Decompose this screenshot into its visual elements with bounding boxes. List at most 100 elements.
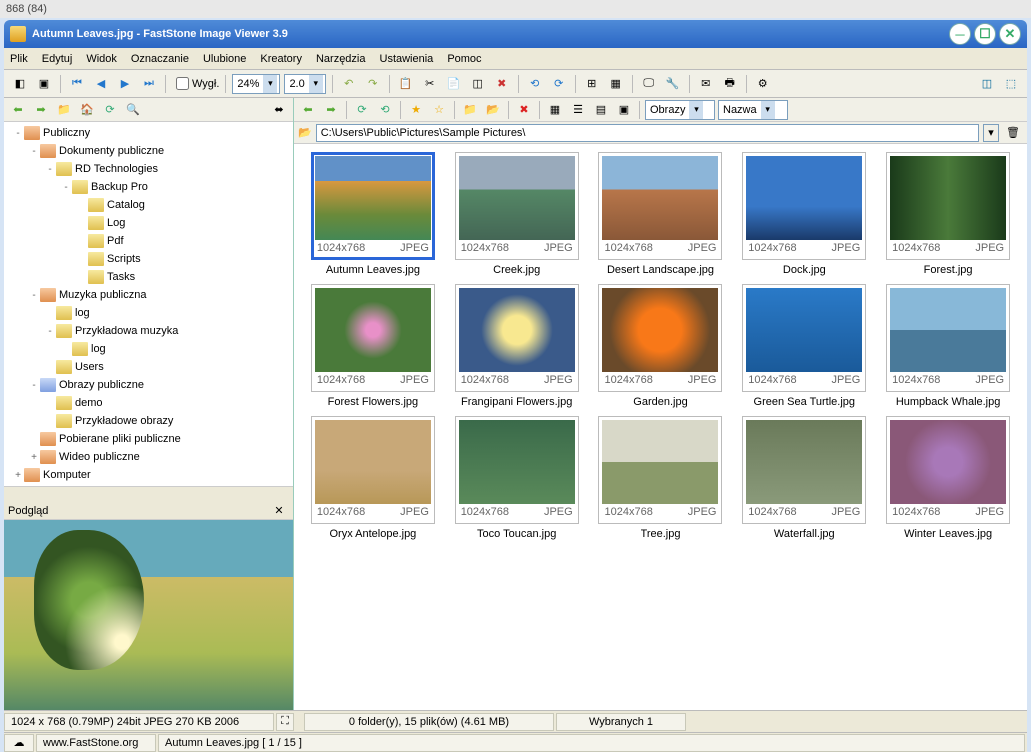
- path-trash-button[interactable]: 🗑: [1003, 123, 1023, 143]
- menu-pomoc[interactable]: Pomoc: [447, 53, 481, 65]
- next-button[interactable]: ▶: [115, 74, 135, 94]
- nav-fwd-button[interactable]: ➡: [321, 100, 341, 120]
- tree-item[interactable]: -Przykładowa muzyka: [6, 322, 291, 340]
- thumbnail[interactable]: 1024x768JPEGGarden.jpg: [590, 284, 732, 408]
- thumbnail[interactable]: 1024x768JPEGForest.jpg: [877, 152, 1019, 276]
- tree-home-button[interactable]: 🏠: [77, 100, 97, 120]
- tree-item[interactable]: Pobierane pliki publiczne: [6, 430, 291, 448]
- thumbnail[interactable]: 1024x768JPEGOryx Antelope.jpg: [302, 416, 444, 540]
- print-button[interactable]: 🖶: [720, 74, 740, 94]
- layout2-button[interactable]: ⬚: [1001, 74, 1021, 94]
- expand-icon[interactable]: -: [28, 380, 40, 391]
- skin-button[interactable]: ◧: [10, 74, 30, 94]
- menu-ustawienia[interactable]: Ustawienia: [380, 53, 434, 65]
- moveto-button[interactable]: 📂: [483, 100, 503, 120]
- status-fit-button[interactable]: ⛶: [276, 713, 294, 731]
- compare-button[interactable]: ⊞: [582, 74, 602, 94]
- view-large-button[interactable]: ▣: [614, 100, 634, 120]
- expand-icon[interactable]: -: [28, 146, 40, 157]
- menu-plik[interactable]: Plik: [10, 53, 28, 65]
- path-dropdown[interactable]: ▾: [983, 124, 999, 142]
- view-detail-button[interactable]: ▤: [591, 100, 611, 120]
- status-cloud-icon[interactable]: ☁: [4, 734, 34, 752]
- status-site-link[interactable]: www.FastStone.org: [36, 734, 156, 752]
- preview-close-button[interactable]: ✕: [269, 501, 289, 521]
- tree-item[interactable]: -Dokumenty publiczne: [6, 142, 291, 160]
- thumbnail-grid[interactable]: 1024x768JPEGAutumn Leaves.jpg1024x768JPE…: [294, 144, 1027, 710]
- tree-scrollbar[interactable]: [4, 486, 293, 502]
- tree-item[interactable]: +Komputer: [6, 466, 291, 484]
- tree-item[interactable]: Users: [6, 358, 291, 376]
- sort-combo[interactable]: Nazwa▾: [718, 100, 788, 120]
- tree-item[interactable]: +Wideo publiczne: [6, 448, 291, 466]
- zoom-combo[interactable]: 24%▾: [232, 74, 280, 94]
- title-bar[interactable]: Autumn Leaves.jpg - FastStone Image View…: [4, 20, 1027, 48]
- favorite-button[interactable]: ★: [406, 100, 426, 120]
- menu-kreatory[interactable]: Kreatory: [260, 53, 302, 65]
- filter-combo[interactable]: Obrazy▾: [645, 100, 715, 120]
- tree-back-button[interactable]: ⬅: [8, 100, 28, 120]
- expand-icon[interactable]: -: [60, 182, 72, 193]
- expand-icon[interactable]: +: [28, 452, 40, 463]
- path-input[interactable]: C:\Users\Public\Pictures\Sample Pictures…: [316, 124, 979, 142]
- settings-button[interactable]: ⚙: [753, 74, 773, 94]
- tree-item[interactable]: demo: [6, 394, 291, 412]
- tag-button[interactable]: ☆: [429, 100, 449, 120]
- stop-button[interactable]: ⟲: [375, 100, 395, 120]
- undo-button[interactable]: ↶: [339, 74, 359, 94]
- tree-item[interactable]: Tasks: [6, 268, 291, 286]
- scale-combo[interactable]: 2.0▾: [284, 74, 325, 94]
- thumbnail[interactable]: 1024x768JPEGGreen Sea Turtle.jpg: [733, 284, 875, 408]
- thumbnail[interactable]: 1024x768JPEGTree.jpg: [590, 416, 732, 540]
- thumbnail[interactable]: 1024x768JPEGHumpback Whale.jpg: [877, 284, 1019, 408]
- thumbnail[interactable]: 1024x768JPEGForest Flowers.jpg: [302, 284, 444, 408]
- preview-image[interactable]: [4, 520, 293, 710]
- expand-icon[interactable]: +: [12, 470, 24, 481]
- tree-item[interactable]: -Backup Pro: [6, 178, 291, 196]
- tree-item[interactable]: Pdf: [6, 232, 291, 250]
- thumbnail[interactable]: 1024x768JPEGFrangipani Flowers.jpg: [446, 284, 588, 408]
- menu-oznaczanie[interactable]: Oznaczanie: [131, 53, 189, 65]
- expand-icon[interactable]: -: [12, 128, 24, 139]
- delete-button[interactable]: ✖: [514, 100, 534, 120]
- rotate-left-button[interactable]: ⟲: [525, 74, 545, 94]
- close-button[interactable]: ✕: [999, 23, 1021, 45]
- email-button[interactable]: ✉: [696, 74, 716, 94]
- expand-icon[interactable]: -: [44, 164, 56, 175]
- redo-button[interactable]: ↷: [363, 74, 383, 94]
- crop-button[interactable]: ◫: [468, 74, 488, 94]
- tree-item[interactable]: Catalog: [6, 196, 291, 214]
- tree-find-button[interactable]: 🔍: [123, 100, 143, 120]
- first-button[interactable]: ⏮: [67, 74, 87, 94]
- tree-fwd-button[interactable]: ➡: [31, 100, 51, 120]
- tree-collapse-button[interactable]: ⬌: [269, 100, 289, 120]
- menu-narzędzia[interactable]: Narzędzia: [316, 53, 366, 65]
- tree-item[interactable]: Log: [6, 214, 291, 232]
- tree-item[interactable]: -Obrazy publiczne: [6, 376, 291, 394]
- tree-item[interactable]: log: [6, 340, 291, 358]
- fullscreen-button[interactable]: ▣: [34, 74, 54, 94]
- cut-button[interactable]: ✂: [420, 74, 440, 94]
- newfolder-button[interactable]: 📁: [460, 100, 480, 120]
- tree-item[interactable]: log: [6, 304, 291, 322]
- wallpaper-button[interactable]: 🖵: [639, 74, 659, 94]
- refresh-button[interactable]: ⟳: [352, 100, 372, 120]
- trash-button[interactable]: ✖: [492, 74, 512, 94]
- menu-widok[interactable]: Widok: [86, 53, 117, 65]
- thumbnail[interactable]: 1024x768JPEGAutumn Leaves.jpg: [302, 152, 444, 276]
- view-thumb-button[interactable]: ▦: [545, 100, 565, 120]
- layout1-button[interactable]: ◫: [977, 74, 997, 94]
- copy-button[interactable]: 📋: [396, 74, 416, 94]
- tree-item[interactable]: -Publiczny: [6, 124, 291, 142]
- thumbnail[interactable]: 1024x768JPEGCreek.jpg: [446, 152, 588, 276]
- thumbnail[interactable]: 1024x768JPEGDock.jpg: [733, 152, 875, 276]
- maximize-button[interactable]: ☐: [974, 23, 996, 45]
- tree-up-button[interactable]: 📁: [54, 100, 74, 120]
- folder-tree[interactable]: -Publiczny-Dokumenty publiczne-RD Techno…: [4, 122, 293, 486]
- tree-refresh-button[interactable]: ⟳: [100, 100, 120, 120]
- menu-edytuj[interactable]: Edytuj: [42, 53, 73, 65]
- tree-item[interactable]: -Muzyka publiczna: [6, 286, 291, 304]
- expand-icon[interactable]: -: [28, 290, 40, 301]
- tree-item[interactable]: -RD Technologies: [6, 160, 291, 178]
- prev-button[interactable]: ◀: [91, 74, 111, 94]
